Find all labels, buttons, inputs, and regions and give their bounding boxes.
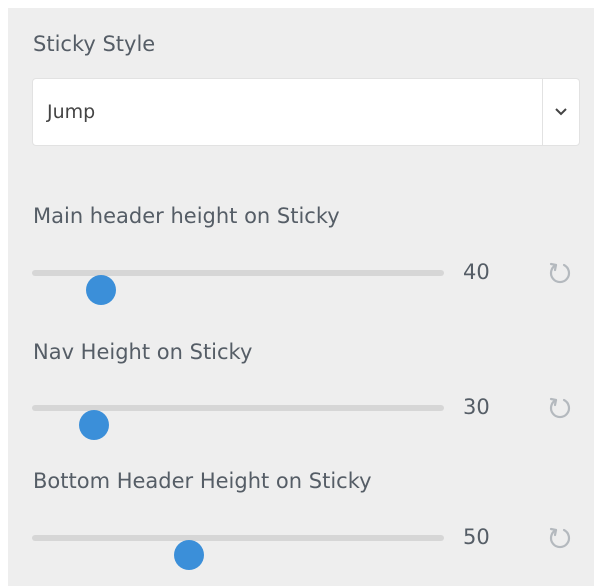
nav-height-value: 30 [463,395,490,419]
chevron-down-icon[interactable] [543,79,579,145]
bottom-header-height-label: Bottom Header Height on Sticky [33,469,372,493]
sticky-style-select[interactable]: Jump [32,78,580,146]
main-header-height-label: Main header height on Sticky [33,204,340,228]
sticky-settings-panel: Sticky Style Jump Main header height on … [8,8,594,586]
main-header-height-slider-track[interactable] [32,270,444,305]
nav-height-slider-thumb[interactable] [79,410,110,440]
main-header-height-value: 40 [463,260,490,284]
reset-icon[interactable] [547,395,573,421]
sticky-style-selected-value: Jump [47,101,96,123]
bottom-header-height-slider-track[interactable] [32,535,444,570]
nav-height-label: Nav Height on Sticky [33,340,253,364]
reset-icon[interactable] [547,260,573,286]
sticky-style-label: Sticky Style [33,32,156,56]
bottom-header-height-slider-row: 50 [8,518,594,570]
bottom-header-height-slider-thumb[interactable] [173,540,204,570]
reset-icon[interactable] [547,525,573,551]
main-header-height-slider-row: 40 [8,253,594,305]
nav-height-slider-track[interactable] [32,405,444,440]
nav-height-slider-row: 30 [8,388,594,440]
bottom-header-height-value: 50 [463,525,490,549]
main-header-height-slider-thumb[interactable] [85,275,116,305]
